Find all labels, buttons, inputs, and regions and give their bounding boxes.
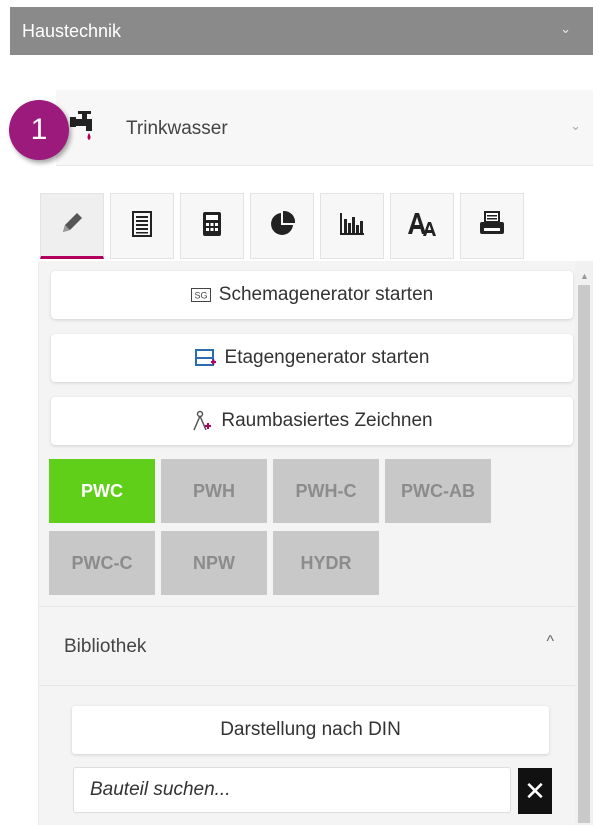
chip-npw[interactable]: NPW bbox=[161, 531, 267, 595]
section-title: Bibliothek bbox=[64, 636, 147, 657]
step-badge: 1 bbox=[9, 100, 69, 160]
tab-panel: SG Schemagenerator starten Etagengenerat… bbox=[38, 261, 593, 825]
etagengenerator-label: Etagengenerator starten bbox=[224, 347, 430, 368]
schemagenerator-label: Schemagenerator starten bbox=[218, 284, 434, 305]
chevron-down-icon: ⌄ bbox=[570, 118, 581, 133]
header-title: Haustechnik bbox=[22, 20, 122, 41]
pencil-icon bbox=[59, 210, 85, 241]
floor-add-icon bbox=[194, 348, 217, 368]
chip-pwc-ab[interactable]: PWC-AB bbox=[385, 459, 491, 523]
bar-chart-icon bbox=[338, 211, 366, 242]
pie-chart-icon bbox=[268, 210, 296, 243]
scrollbar[interactable]: ▲ bbox=[575, 261, 593, 825]
sg-icon: SG bbox=[190, 288, 211, 302]
tab-calculator[interactable] bbox=[180, 193, 244, 259]
text-style-icon bbox=[406, 210, 438, 243]
schemagenerator-button[interactable]: SG Schemagenerator starten bbox=[51, 271, 573, 319]
raumbasiertes-zeichnen-button[interactable]: Raumbasiertes Zeichnen bbox=[51, 397, 573, 445]
scroll-up-icon[interactable]: ▲ bbox=[580, 271, 589, 281]
chip-pwh-c[interactable]: PWH-C bbox=[273, 459, 379, 523]
chip-hydr[interactable]: HYDR bbox=[273, 531, 379, 595]
chip-pwc-c[interactable]: PWC-C bbox=[49, 531, 155, 595]
raumbasiertes-label: Raumbasiertes Zeichnen bbox=[221, 410, 433, 431]
water-tap-icon bbox=[68, 108, 100, 142]
tab-edit[interactable] bbox=[40, 193, 104, 259]
accordion-title: Trinkwasser bbox=[126, 118, 228, 139]
tab-print[interactable] bbox=[460, 193, 524, 259]
chevron-down-icon: ⌄ bbox=[560, 21, 571, 36]
chevron-up-icon: ^ bbox=[546, 633, 554, 650]
tab-pie-chart[interactable] bbox=[250, 193, 314, 259]
bauteil-search-input[interactable] bbox=[73, 767, 511, 813]
tab-text-style[interactable] bbox=[390, 193, 454, 259]
tab-bar-chart[interactable] bbox=[320, 193, 384, 259]
calculator-icon bbox=[200, 210, 224, 243]
clear-search-button[interactable]: ✕ bbox=[518, 768, 552, 814]
bibliothek-section-header[interactable]: Bibliothek ^ bbox=[39, 606, 576, 686]
haustechnik-header[interactable]: Haustechnik ⌄ bbox=[10, 7, 593, 55]
chip-pwc[interactable]: PWC bbox=[49, 459, 155, 523]
scrollbar-thumb[interactable] bbox=[578, 285, 590, 823]
room-draw-icon bbox=[191, 410, 213, 432]
trinkwasser-accordion[interactable]: Trinkwasser ⌄ bbox=[56, 90, 593, 166]
list-icon bbox=[130, 210, 154, 243]
svg-text:SG: SG bbox=[194, 291, 207, 301]
tab-list[interactable] bbox=[110, 193, 174, 259]
printer-icon bbox=[478, 210, 506, 243]
chip-pwh[interactable]: PWH bbox=[161, 459, 267, 523]
etagengenerator-button[interactable]: Etagengenerator starten bbox=[51, 334, 573, 382]
darstellung-din-button[interactable]: Darstellung nach DIN bbox=[72, 706, 549, 754]
